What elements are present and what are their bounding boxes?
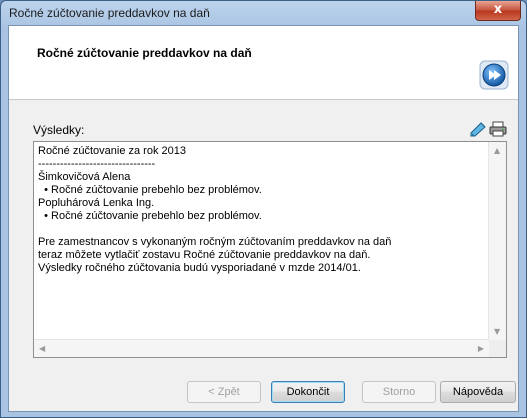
scroll-left-icon[interactable]: ◀: [39, 344, 45, 353]
close-button[interactable]: x: [475, 1, 521, 21]
close-icon: x: [493, 2, 503, 17]
horizontal-scrollbar[interactable]: ◀ ▶: [34, 339, 489, 357]
dialog-client: Ročné zúčtovanie preddavkov na daň Výsle…: [8, 25, 519, 412]
finish-button[interactable]: Dokončit: [271, 381, 345, 403]
back-button[interactable]: < Zpět: [187, 381, 261, 403]
scroll-down-icon[interactable]: ▼: [494, 327, 500, 336]
scrollbar-corner: [489, 340, 506, 357]
window-title: Ročné zúčtovanie preddavkov na daň: [9, 6, 210, 20]
wizard-header: Ročné zúčtovanie preddavkov na daň: [9, 26, 518, 100]
print-icon[interactable]: [489, 121, 507, 137]
page-title: Ročné zúčtovanie preddavkov na daň: [37, 46, 252, 60]
results-label: Výsledky:: [33, 123, 85, 137]
results-textbox[interactable]: Ročné zúčtovanie za rok 2013 -----------…: [33, 141, 507, 358]
help-button[interactable]: Nápověda: [440, 381, 516, 403]
dialog-window: Ročné zúčtovanie preddavkov na daň x Roč…: [0, 0, 527, 418]
vertical-scrollbar[interactable]: ▲ ▼: [488, 142, 506, 340]
wizard-forward-icon: [479, 60, 509, 90]
results-text: Ročné zúčtovanie za rok 2013 -----------…: [38, 145, 392, 274]
scroll-right-icon[interactable]: ▶: [478, 344, 484, 353]
cancel-button[interactable]: Storno: [362, 381, 436, 403]
title-bar[interactable]: Ročné zúčtovanie preddavkov na daň x: [1, 1, 526, 25]
edit-note-icon[interactable]: [469, 121, 487, 137]
scroll-up-icon[interactable]: ▲: [494, 146, 500, 155]
